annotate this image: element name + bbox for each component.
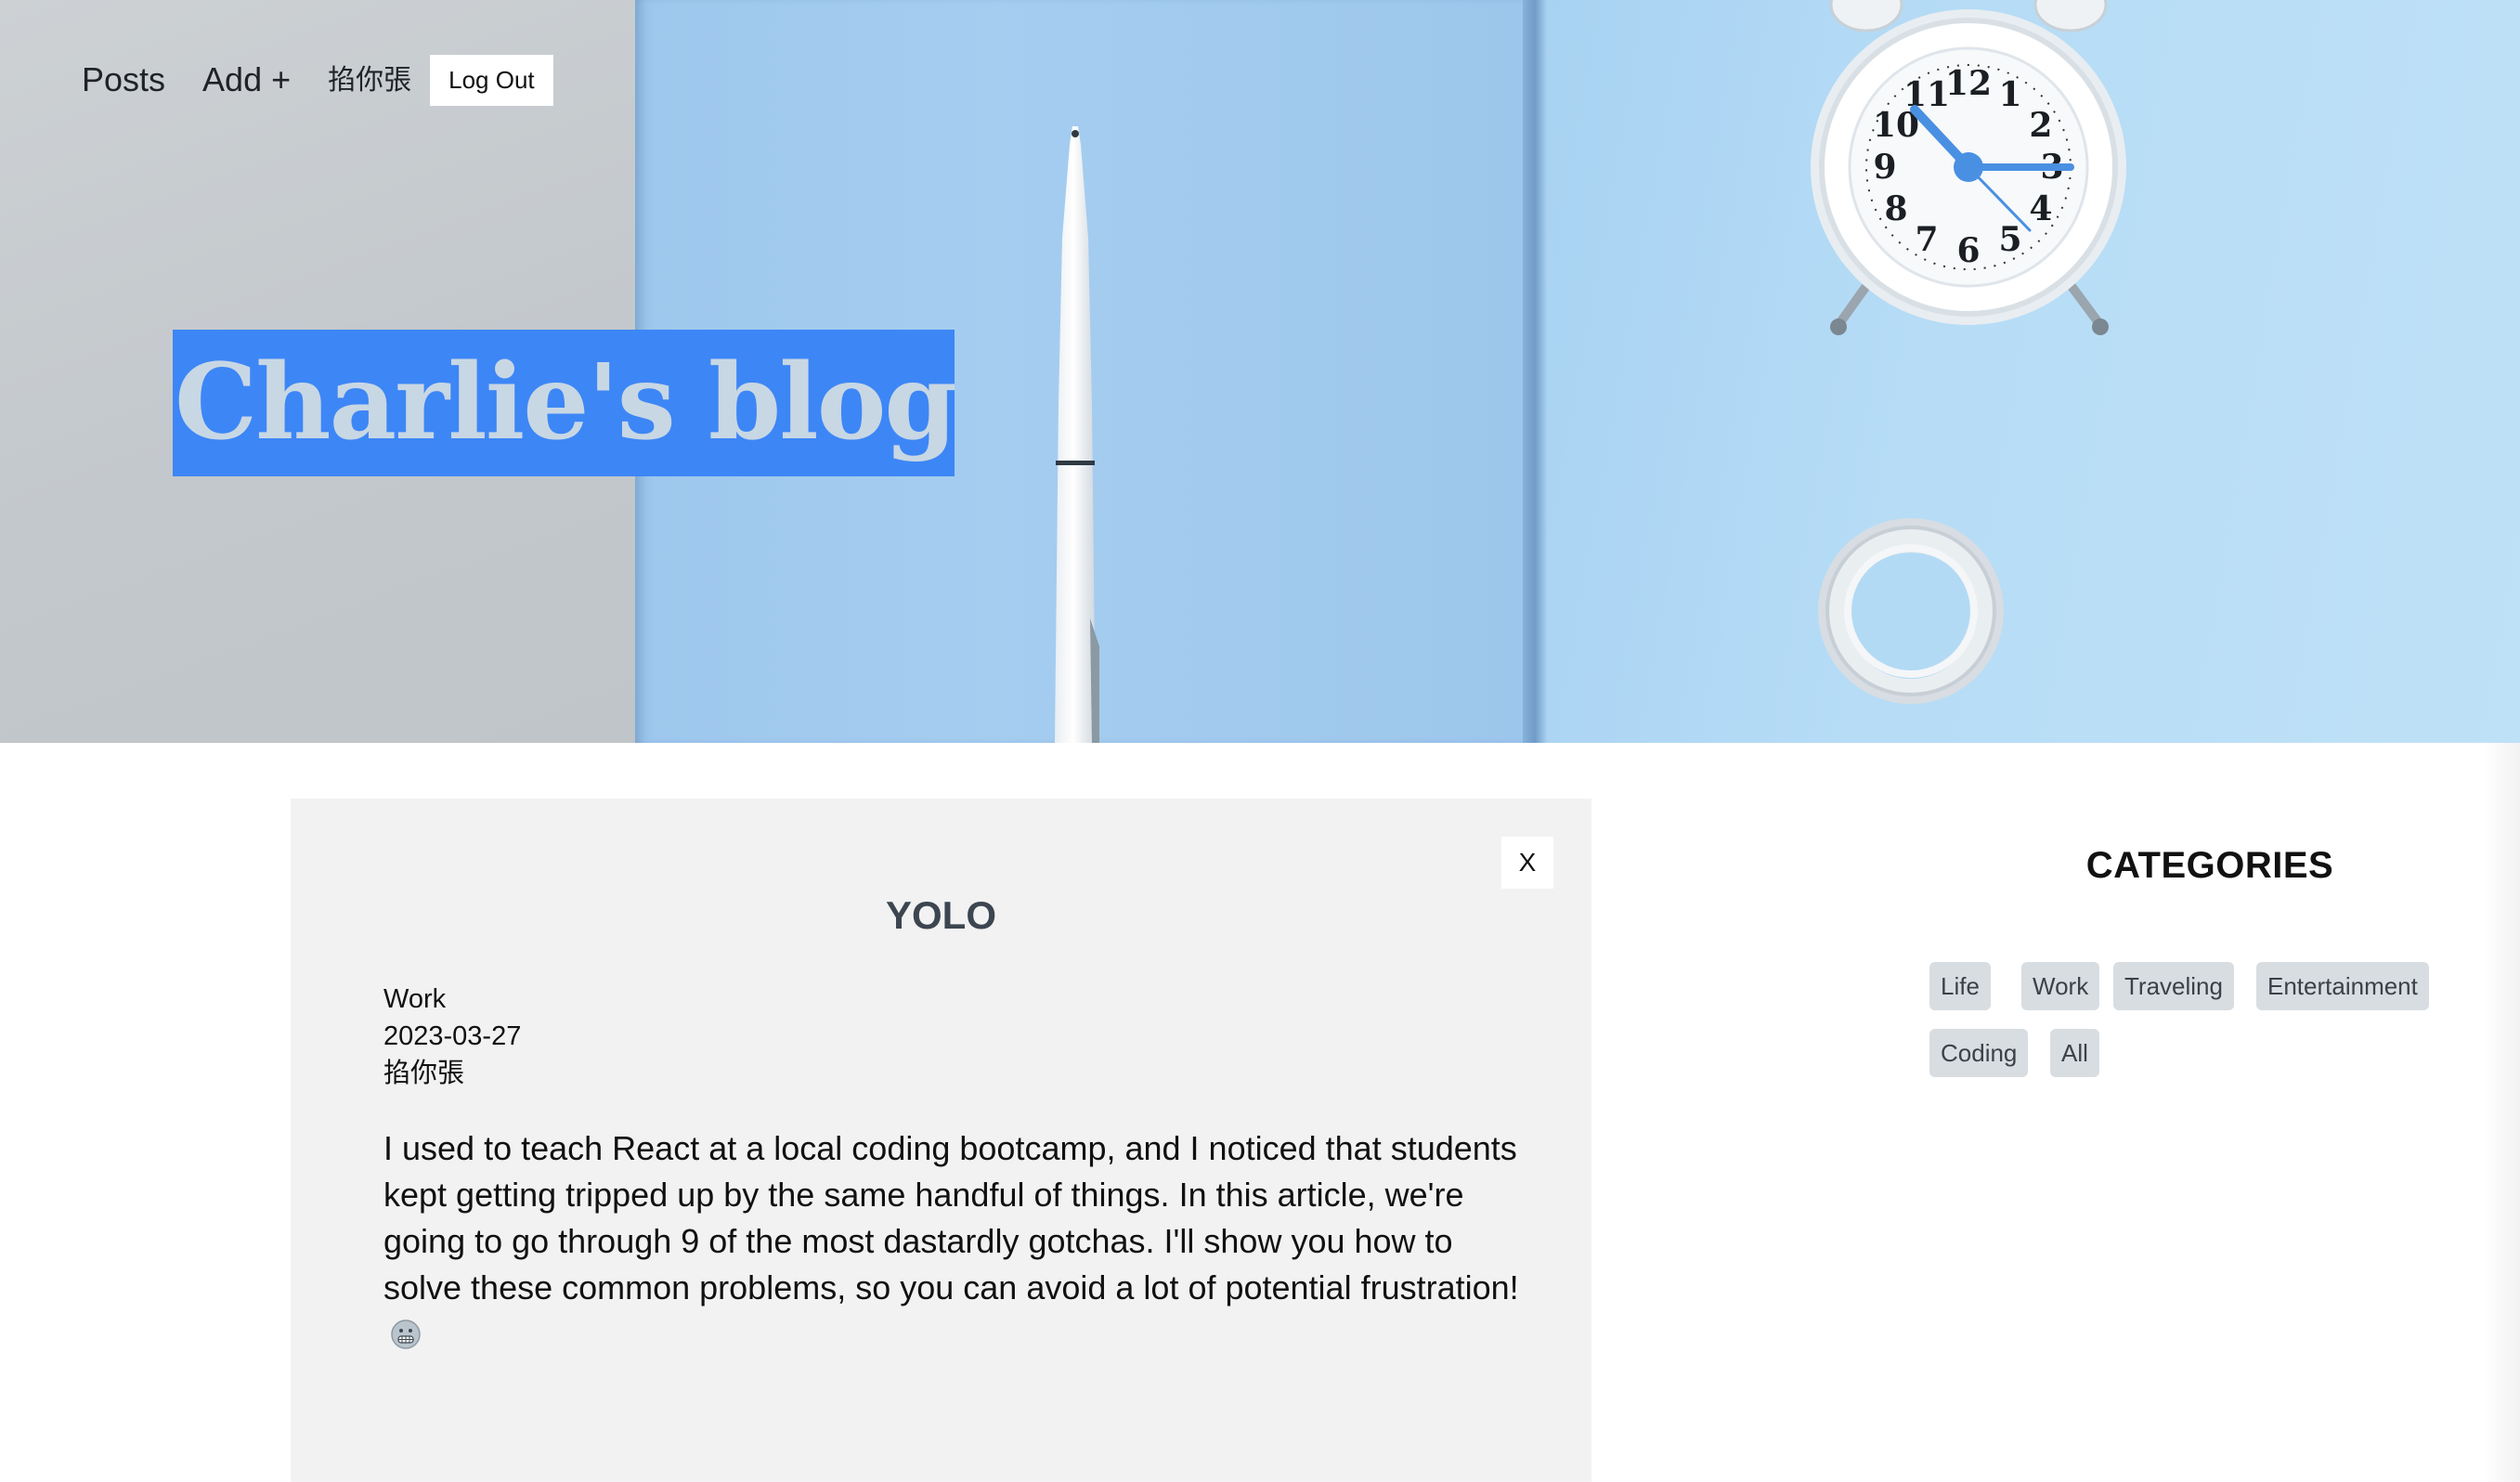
clock-numeral: 2 — [2029, 106, 2052, 145]
nav-posts-link[interactable]: Posts — [82, 60, 165, 99]
tape-roll-image — [1818, 518, 2004, 704]
clock-numeral: 1 — [1998, 75, 2021, 114]
top-nav: Posts Add + 掐你張 Log Out — [82, 54, 553, 106]
category-chip-traveling[interactable]: Traveling — [2113, 962, 2234, 1010]
alarm-clock-image: 121234567891011 — [1811, 0, 2126, 335]
clock-numeral: 4 — [2029, 189, 2052, 228]
hero-notebook-edge — [1523, 0, 1547, 743]
close-button[interactable]: X — [1501, 837, 1553, 889]
pen-image — [1055, 126, 1099, 743]
grimacing-face-icon — [391, 1320, 421, 1349]
sidebar-title: CATEGORIES — [2085, 845, 2334, 886]
clock-numeral: 8 — [1885, 189, 1908, 228]
nav-add-link[interactable]: Add + — [202, 60, 291, 99]
clock-numeral: 9 — [1873, 148, 1896, 187]
clock-numeral: 7 — [1915, 220, 1938, 259]
page-edge-shadow — [2483, 743, 2520, 1482]
clock-numeral: 12 — [1945, 64, 1992, 103]
category-chip-life[interactable]: Life — [1929, 962, 1991, 1010]
clock-numeral: 6 — [1956, 231, 1980, 270]
post-meta: Work 2023-03-27 掐你張 — [383, 981, 521, 1092]
category-chip-entertainment[interactable]: Entertainment — [2256, 962, 2429, 1010]
clock-numeral: 5 — [1998, 220, 2021, 259]
post-body: I used to teach React at a local coding … — [383, 1125, 1526, 1358]
category-chip-coding[interactable]: Coding — [1929, 1029, 2029, 1077]
post-date: 2023-03-27 — [383, 1021, 522, 1051]
post-card: X YOLO Work 2023-03-27 掐你張 I used to tea… — [291, 799, 1591, 1482]
category-chip-all[interactable]: All — [2050, 1029, 2099, 1077]
post-category: Work — [383, 984, 447, 1014]
category-chip-work[interactable]: Work — [2021, 962, 2100, 1010]
blog-title: Charlie's blog — [173, 330, 955, 476]
post-body-text: I used to teach React at a local coding … — [383, 1129, 1519, 1306]
categories-sidebar: CATEGORIES Life Work Traveling Entertain… — [1894, 845, 2507, 1077]
post-title: YOLO — [885, 893, 996, 937]
nav-username: 掐你張 — [328, 65, 412, 96]
logout-button[interactable]: Log Out — [430, 54, 553, 106]
post-author: 掐你張 — [383, 1059, 465, 1088]
